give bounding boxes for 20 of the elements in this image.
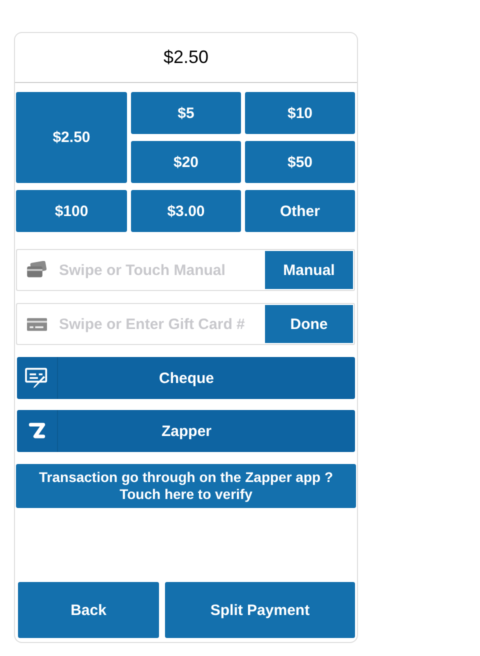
amount-button[interactable]: Other (245, 190, 355, 232)
cheque-button[interactable]: Cheque (17, 357, 355, 399)
back-button[interactable]: Back (18, 582, 159, 638)
amount-button[interactable]: $20 (131, 141, 241, 183)
amount-button[interactable]: $3.00 (131, 190, 241, 232)
cheque-icon (25, 367, 49, 389)
split-payment-button[interactable]: Split Payment (165, 582, 355, 638)
total-amount: $2.50 (15, 33, 357, 83)
manual-button[interactable]: Manual (265, 251, 353, 289)
amount-button[interactable]: $5 (131, 92, 241, 134)
amount-button[interactable]: $100 (16, 190, 127, 232)
cards-icon (26, 261, 48, 279)
zapper-logo-icon (28, 422, 46, 440)
card-icon (27, 318, 47, 330)
verify-button[interactable]: Transaction go through on the Zapper app ? Touch here to verify (16, 464, 356, 508)
amount-button[interactable]: $2.50 (16, 92, 127, 183)
amount-button[interactable]: $10 (245, 92, 355, 134)
amount-button[interactable]: $50 (245, 141, 355, 183)
zapper-button[interactable]: Zapper (17, 410, 355, 452)
done-button[interactable]: Done (265, 305, 353, 343)
